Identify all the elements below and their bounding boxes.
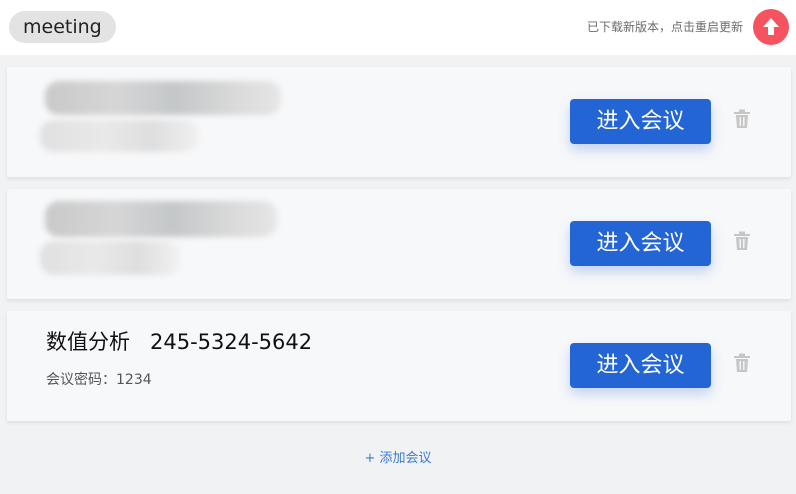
meeting-password: 会议密码：1234: [46, 371, 152, 389]
meeting-title: 数值分析 245-5324-5642: [46, 328, 312, 356]
top-bar: meeting 已下载新版本，点击重启更新: [0, 0, 796, 55]
meeting-name: 数值分析: [46, 330, 130, 354]
trash-icon[interactable]: [733, 353, 751, 373]
enter-meeting-button[interactable]: 进入会议: [570, 221, 711, 266]
meeting-card: 数值分析 245-5324-5642 会议密码：1234 进入会议: [7, 311, 791, 421]
meeting-card: 进入会议: [7, 189, 791, 299]
redacted-password: [40, 120, 200, 152]
redacted-password: [40, 241, 180, 275]
redacted-title: [45, 81, 281, 115]
redacted-title: [45, 201, 277, 237]
enter-meeting-button[interactable]: 进入会议: [570, 99, 711, 144]
add-meeting-link[interactable]: + 添加会议: [0, 450, 796, 468]
arrow-up-icon: [763, 18, 779, 35]
update-restart-button[interactable]: [753, 9, 789, 45]
meeting-number: 245-5324-5642: [150, 330, 313, 354]
update-notice[interactable]: 已下载新版本，点击重启更新: [587, 19, 743, 35]
password-value: 1234: [116, 372, 152, 388]
password-label: 会议密码：: [46, 372, 116, 388]
app-name-pill: meeting: [9, 11, 116, 43]
meeting-card: 进入会议: [7, 67, 791, 177]
trash-icon[interactable]: [733, 231, 751, 251]
trash-icon[interactable]: [733, 109, 751, 129]
enter-meeting-button[interactable]: 进入会议: [570, 343, 711, 388]
